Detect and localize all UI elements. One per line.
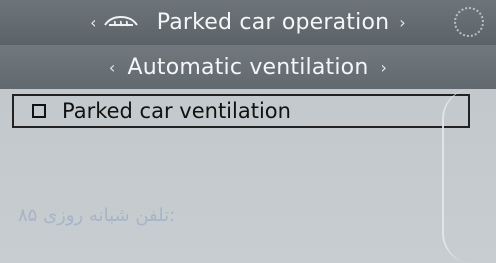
top-header-center: ‹ Parked car operation › (0, 0, 496, 45)
car-heater-icon (103, 15, 138, 26)
screen: ‹ Parked car operation › ‹ Automatic ven… (0, 0, 496, 263)
right-arrow-icon[interactable]: › (399, 14, 406, 31)
checkbox-icon[interactable] (32, 104, 46, 118)
parked-car-ventilation-row[interactable]: Parked car ventilation (12, 94, 470, 128)
page-title: Parked car operation (156, 10, 390, 35)
right-arrow-icon[interactable]: › (381, 59, 388, 76)
sub-header: ‹ Automatic ventilation › (0, 45, 496, 91)
left-arrow-icon[interactable]: ‹ (90, 14, 97, 31)
watermark-text: ۸۵ تلفن شبانه روزی: (18, 205, 176, 226)
top-header: ‹ Parked car operation › (0, 0, 496, 47)
dial-icon[interactable] (454, 7, 484, 37)
row-label: Parked car ventilation (62, 99, 291, 123)
sub-title: Automatic ventilation (127, 55, 369, 80)
sub-header-center: ‹ Automatic ventilation › (0, 45, 496, 90)
left-arrow-icon[interactable]: ‹ (109, 59, 116, 76)
content-area: Parked car ventilation (0, 89, 496, 263)
